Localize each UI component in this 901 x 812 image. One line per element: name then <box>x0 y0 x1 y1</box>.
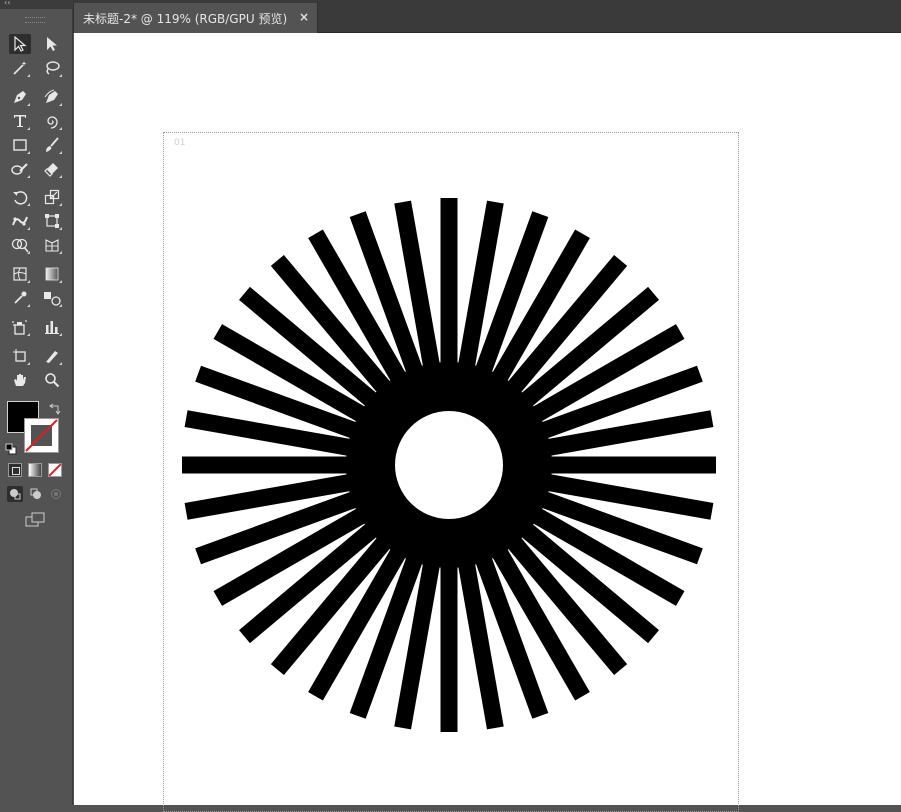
starburst-artwork[interactable] <box>0 0 901 805</box>
starburst-center-hole <box>395 411 503 519</box>
